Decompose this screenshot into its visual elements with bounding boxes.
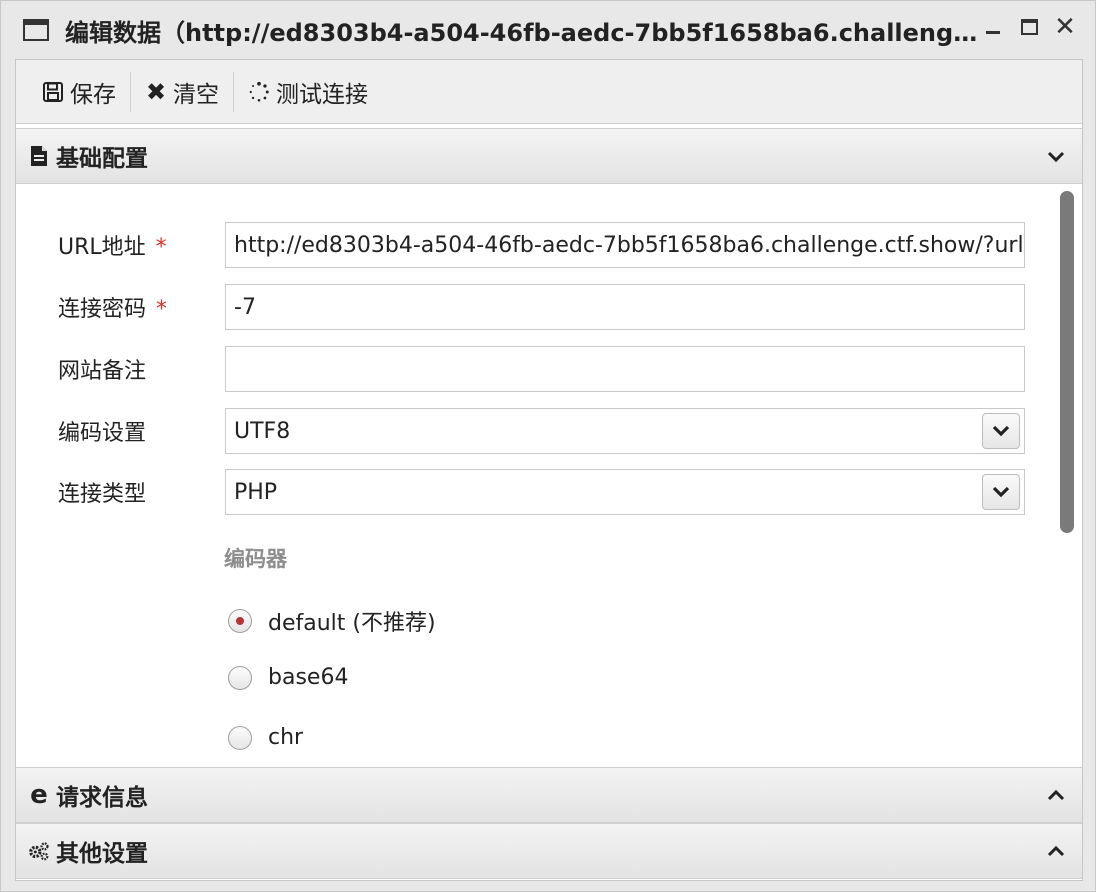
password-label-text: 连接密码 bbox=[58, 297, 147, 322]
type-row: 连接类型 PHP bbox=[16, 469, 1056, 515]
close-icon: ✕ bbox=[1054, 12, 1076, 42]
password-label: 连接密码 * bbox=[58, 291, 167, 323]
chevron-down-icon bbox=[992, 425, 1010, 437]
request-info-header[interactable]: e 请求信息 bbox=[16, 767, 1082, 823]
encoder-option-label: chr bbox=[268, 725, 304, 750]
chevron-down-icon bbox=[992, 486, 1010, 498]
main-panel: 保存 ✖ 清空 测试连接 基础配置 URL地址 * http://ed8303b… bbox=[15, 59, 1083, 881]
window-icon bbox=[23, 19, 49, 41]
scrollbar-thumb[interactable] bbox=[1060, 191, 1074, 533]
password-row: 连接密码 * -7 bbox=[16, 284, 1056, 330]
basic-config-title: 基础配置 bbox=[56, 146, 148, 172]
note-label: 网站备注 bbox=[58, 359, 147, 384]
password-input[interactable]: -7 bbox=[225, 284, 1025, 330]
url-label-text: URL地址 bbox=[58, 235, 146, 260]
test-connection-button[interactable]: 测试连接 bbox=[234, 70, 382, 114]
encoding-label: 编码设置 bbox=[58, 421, 147, 446]
radio-checked[interactable] bbox=[228, 609, 252, 633]
clear-label: 清空 bbox=[173, 81, 219, 108]
note-row: 网站备注 bbox=[16, 346, 1056, 392]
save-label: 保存 bbox=[70, 81, 116, 108]
gears-icon bbox=[28, 840, 50, 862]
radio-dot bbox=[236, 617, 244, 625]
encoder-option-label: base64 bbox=[268, 665, 349, 690]
basic-config-content: URL地址 * http://ed8303b4-a504-46fb-aedc-7b… bbox=[16, 185, 1082, 765]
clear-button[interactable]: ✖ 清空 bbox=[131, 70, 233, 114]
maximize-button[interactable] bbox=[1017, 15, 1041, 39]
title-bar[interactable]: 编辑数据（http://ed8303b4-a504-46fb-aedc-7bb5… bbox=[1, 1, 1095, 59]
type-label: 连接类型 bbox=[58, 482, 147, 507]
required-mark: * bbox=[155, 235, 167, 260]
type-dropdown-button[interactable] bbox=[982, 474, 1020, 510]
other-settings-header[interactable]: 其他设置 bbox=[16, 823, 1082, 879]
other-settings-title: 其他设置 bbox=[56, 841, 148, 867]
encoding-dropdown-button[interactable] bbox=[982, 413, 1020, 449]
radio-unchecked[interactable] bbox=[228, 665, 252, 690]
url-row: URL地址 * http://ed8303b4-a504-46fb-aedc-7b… bbox=[16, 222, 1056, 268]
save-button[interactable]: 保存 bbox=[28, 70, 130, 114]
type-value: PHP bbox=[234, 479, 278, 505]
required-mark: * bbox=[156, 297, 168, 322]
x-icon: ✖ bbox=[145, 77, 167, 106]
basic-config-header[interactable]: 基础配置 bbox=[16, 128, 1082, 184]
encoding-select[interactable]: UTF8 bbox=[225, 408, 1025, 454]
spinner-icon bbox=[248, 81, 270, 103]
encoder-option-label: default (不推荐) bbox=[268, 611, 436, 636]
minimize-button[interactable] bbox=[981, 15, 1005, 39]
maximize-icon bbox=[1020, 19, 1038, 35]
encoder-option-chr[interactable]: chr bbox=[228, 725, 303, 750]
type-select[interactable]: PHP bbox=[225, 469, 1025, 515]
encoder-label: 编码器 bbox=[224, 547, 287, 571]
note-input[interactable] bbox=[225, 346, 1025, 392]
radio-unchecked[interactable] bbox=[228, 725, 252, 750]
encoder-option-base64[interactable]: base64 bbox=[228, 665, 348, 690]
encoding-row: 编码设置 UTF8 bbox=[16, 408, 1056, 454]
edge-browser-icon: e bbox=[30, 780, 48, 810]
window-controls: ✕ bbox=[981, 12, 1077, 42]
minimize-icon bbox=[986, 30, 1000, 34]
toolbar: 保存 ✖ 清空 测试连接 bbox=[16, 60, 1082, 124]
floppy-disk-icon bbox=[42, 81, 64, 103]
close-button[interactable]: ✕ bbox=[1053, 12, 1077, 42]
encoding-value: UTF8 bbox=[234, 418, 291, 444]
chevron-up-icon bbox=[1046, 785, 1066, 805]
url-input[interactable]: http://ed8303b4-a504-46fb-aedc-7bb5f1658… bbox=[225, 222, 1025, 268]
chevron-down-icon bbox=[1046, 146, 1066, 166]
chevron-up-icon bbox=[1046, 841, 1066, 861]
test-connection-label: 测试连接 bbox=[276, 81, 368, 108]
edit-data-window: 编辑数据（http://ed8303b4-a504-46fb-aedc-7bb5… bbox=[0, 0, 1096, 892]
encoder-option-default[interactable]: default (不推荐) bbox=[228, 605, 436, 637]
document-icon bbox=[28, 145, 50, 167]
request-info-title: 请求信息 bbox=[56, 785, 148, 811]
url-label: URL地址 * bbox=[58, 229, 167, 261]
window-title: 编辑数据（http://ed8303b4-a504-46fb-aedc-7bb5… bbox=[65, 18, 985, 47]
